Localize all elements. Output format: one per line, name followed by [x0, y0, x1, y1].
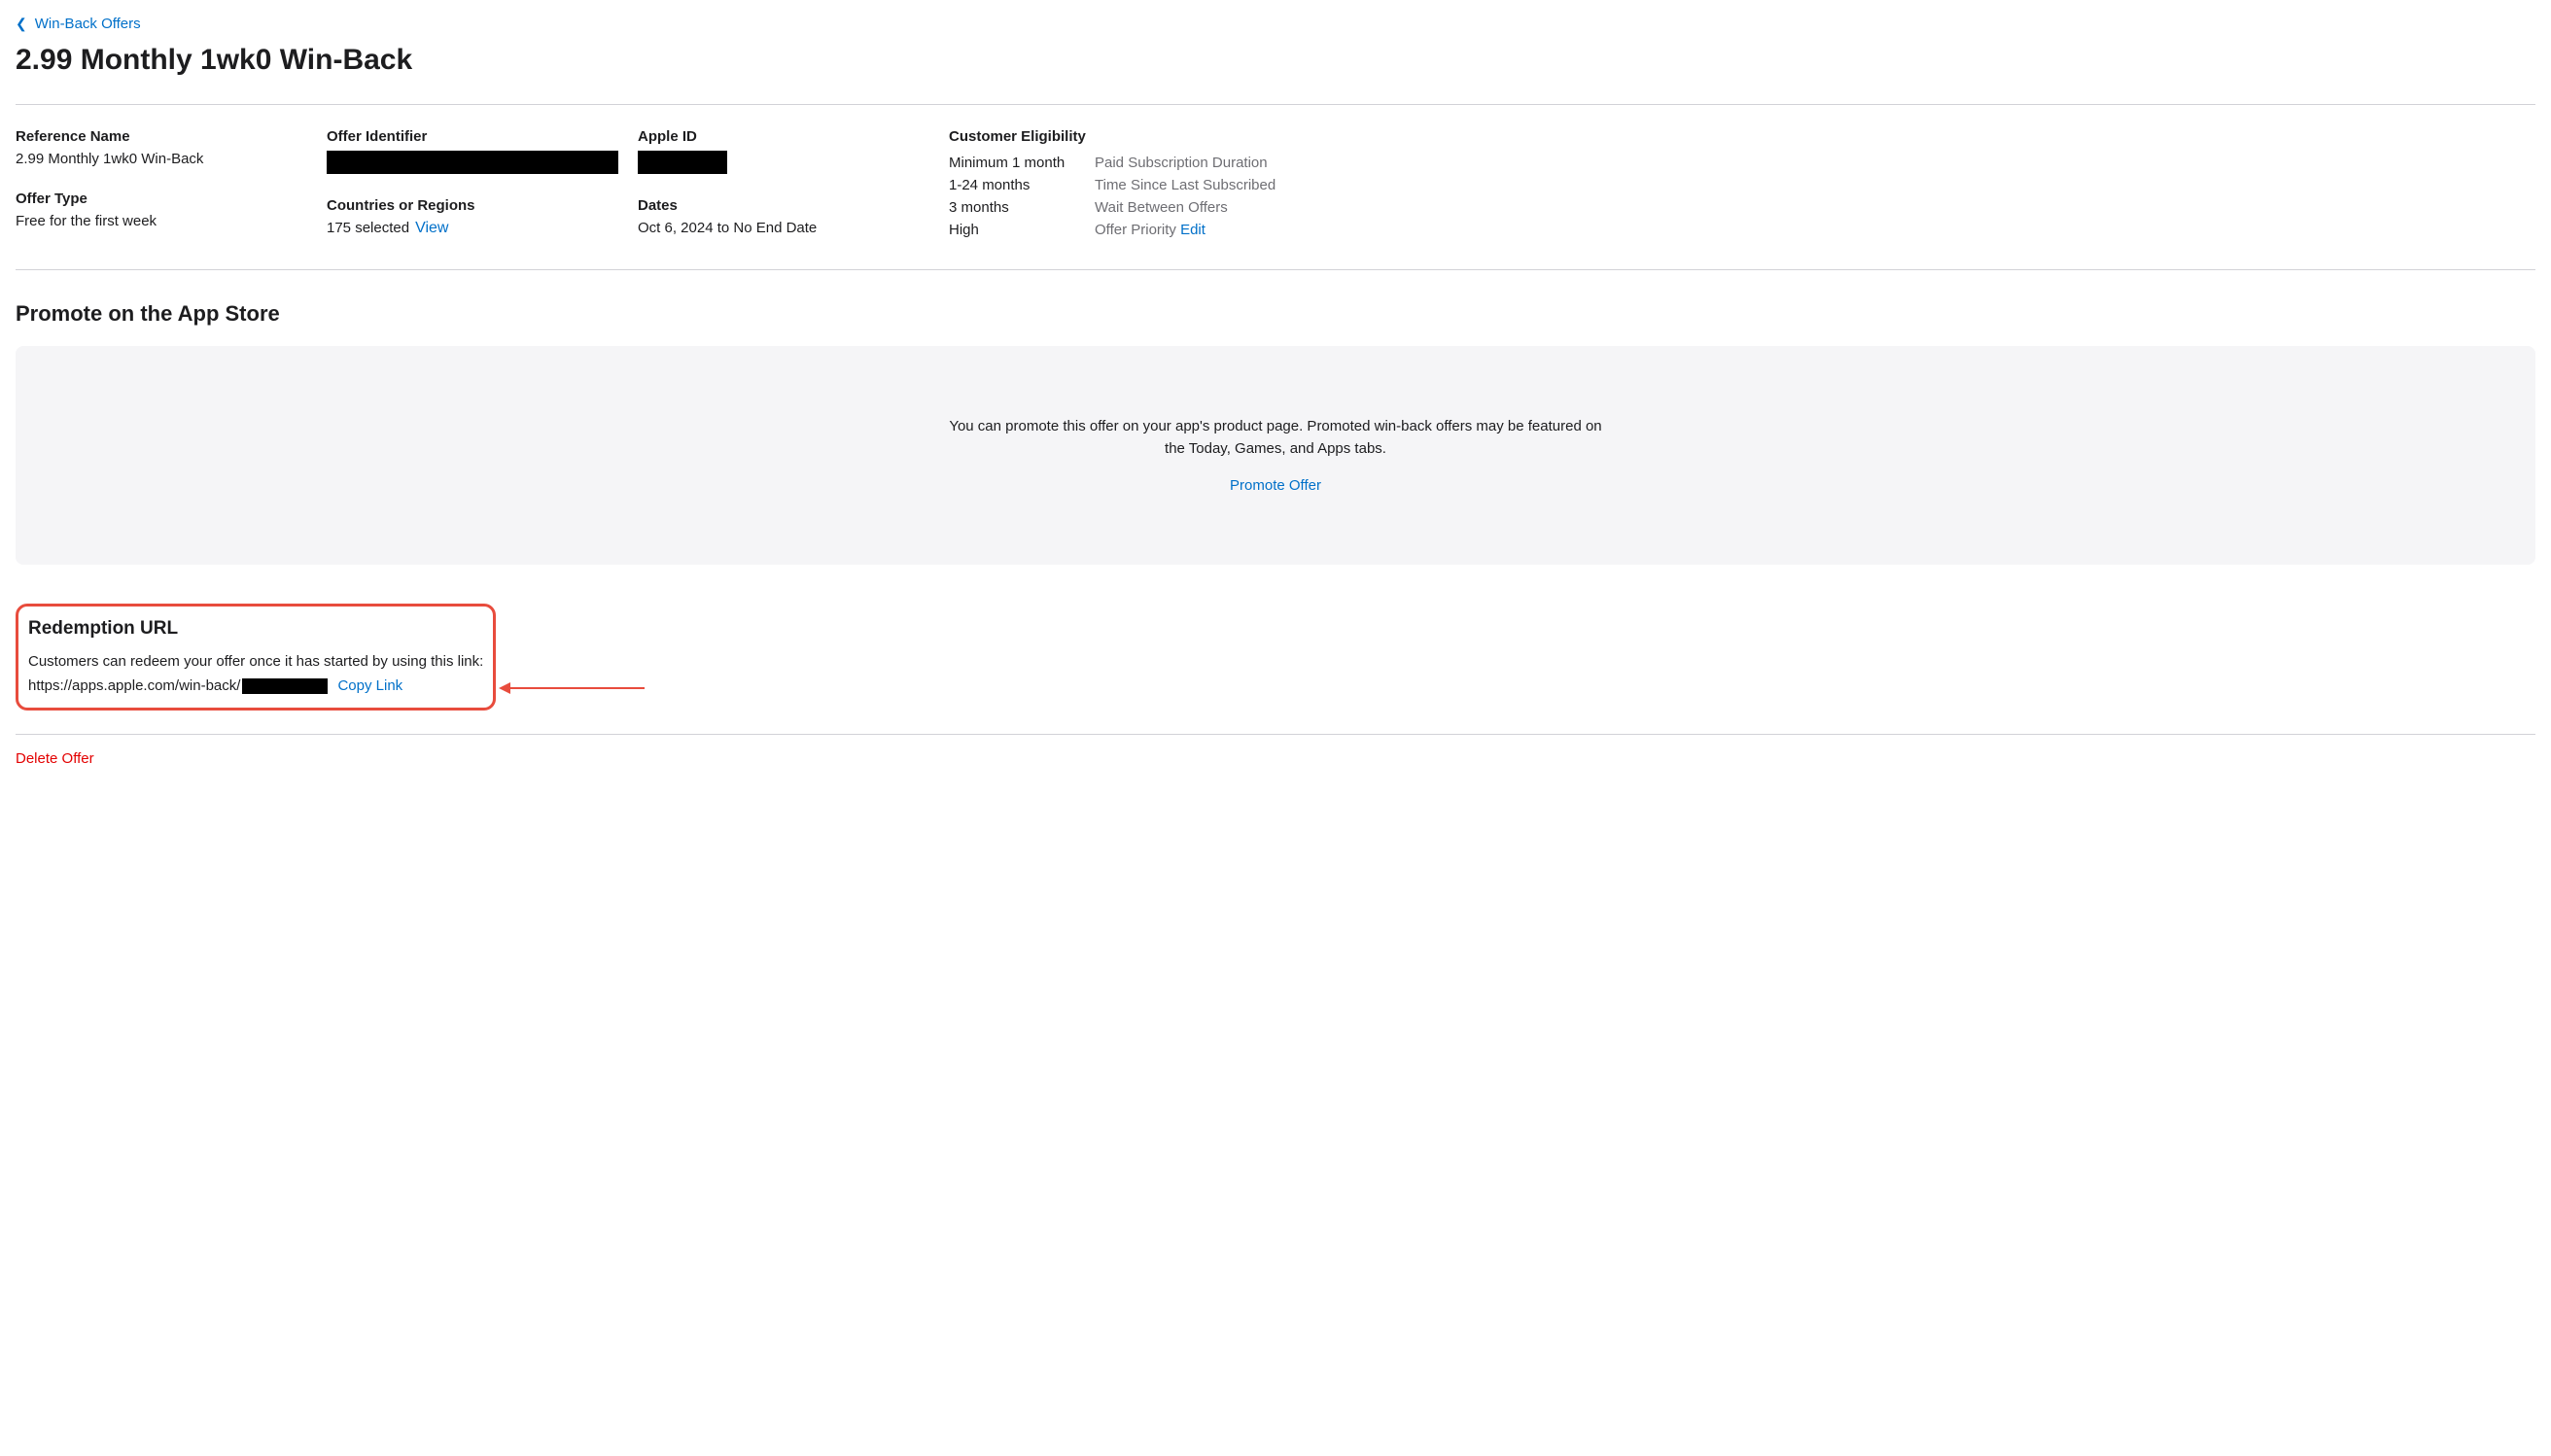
eligibility-priority-desc: Offer Priority — [1095, 222, 1176, 238]
details-section: Reference Name 2.99 Monthly 1wk0 Win-Bac… — [16, 105, 2535, 269]
redemption-title: Redemption URL — [28, 618, 483, 640]
redemption-url-prefix: https://apps.apple.com/win-back/ — [28, 677, 240, 694]
copy-link-button[interactable]: Copy Link — [337, 677, 402, 694]
offer-identifier-redacted — [327, 151, 618, 174]
eligibility-row-key: 3 months — [949, 199, 1085, 216]
redemption-section: Redemption URL Customers can redeem your… — [16, 604, 496, 711]
promote-offer-link[interactable]: Promote Offer — [1230, 477, 1321, 494]
offer-type-label: Offer Type — [16, 191, 327, 207]
eligibility-row-key: Minimum 1 month — [949, 155, 1085, 171]
promote-description: You can promote this offer on your app's… — [945, 416, 1606, 460]
page-title: 2.99 Monthly 1wk0 Win-Back — [16, 44, 2535, 77]
delete-offer-link[interactable]: Delete Offer — [16, 750, 94, 767]
eligibility-block: Customer Eligibility Minimum 1 month Pai… — [949, 128, 2535, 238]
dates-label: Dates — [638, 197, 949, 214]
divider — [16, 269, 2535, 270]
reference-name-block: Reference Name 2.99 Monthly 1wk0 Win-Bac… — [16, 128, 327, 167]
reference-name-label: Reference Name — [16, 128, 327, 145]
eligibility-row-desc: Time Since Last Subscribed — [1095, 177, 2535, 193]
redemption-description: Customers can redeem your offer once it … — [28, 653, 483, 670]
offer-type-value: Free for the first week — [16, 213, 327, 229]
eligibility-row-key: High — [949, 222, 1085, 238]
apple-id-redacted — [638, 151, 727, 174]
reference-name-value: 2.99 Monthly 1wk0 Win-Back — [16, 151, 327, 167]
offer-identifier-label: Offer Identifier — [327, 128, 638, 145]
countries-value: 175 selected — [327, 220, 409, 236]
dates-block: Dates Oct 6, 2024 to No End Date — [638, 197, 949, 236]
eligibility-row-desc: Wait Between Offers — [1095, 199, 2535, 216]
redemption-url-redacted — [242, 678, 328, 694]
chevron-left-icon[interactable]: ❮ — [16, 16, 27, 32]
eligibility-row-desc: Paid Subscription Duration — [1095, 155, 2535, 171]
eligibility-label: Customer Eligibility — [949, 128, 2535, 145]
apple-id-block: Apple ID — [638, 128, 949, 174]
breadcrumb: ❮ Win-Back Offers — [16, 16, 2535, 32]
countries-view-link[interactable]: View — [415, 220, 448, 237]
offer-type-block: Offer Type Free for the first week — [16, 191, 327, 229]
promote-panel: You can promote this offer on your app's… — [16, 346, 2535, 565]
divider — [16, 734, 2535, 735]
countries-block: Countries or Regions 175 selected View — [327, 197, 638, 237]
annotation-arrow — [499, 682, 645, 694]
eligibility-row-desc: Offer Priority Edit — [1095, 222, 2535, 238]
offer-identifier-block: Offer Identifier — [327, 128, 638, 174]
apple-id-label: Apple ID — [638, 128, 949, 145]
countries-label: Countries or Regions — [327, 197, 638, 214]
dates-value: Oct 6, 2024 to No End Date — [638, 220, 949, 236]
breadcrumb-link[interactable]: Win-Back Offers — [35, 16, 141, 32]
eligibility-edit-link[interactable]: Edit — [1180, 222, 1206, 238]
eligibility-row-key: 1-24 months — [949, 177, 1085, 193]
promote-section-title: Promote on the App Store — [16, 301, 2535, 327]
